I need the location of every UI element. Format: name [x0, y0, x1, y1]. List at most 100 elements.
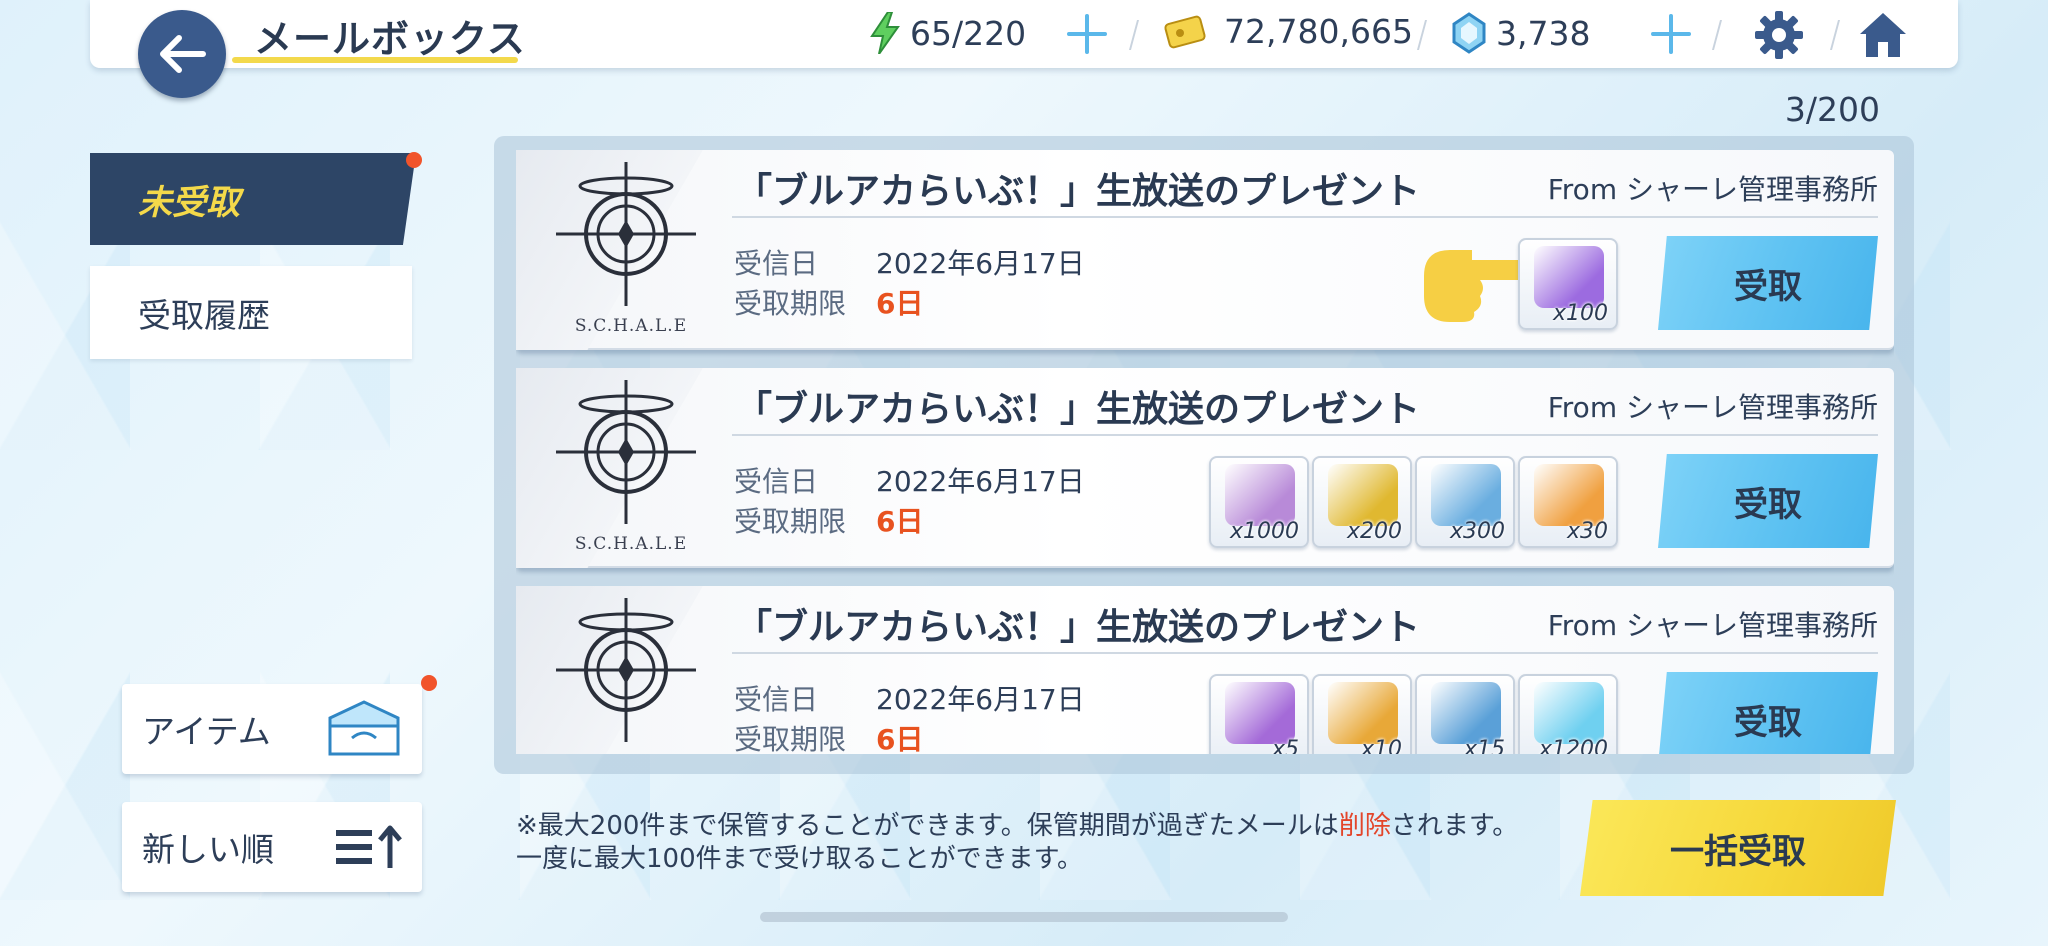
- ap-value: 65/220: [910, 13, 1027, 53]
- reward-quantity: x300: [1449, 519, 1505, 544]
- credits-display: 72,780,665: [1164, 12, 1413, 51]
- received-date: 2022年6月17日: [876, 247, 1085, 280]
- received-date-label: 受信日: [734, 247, 819, 280]
- reward-item[interactable]: x200: [1312, 456, 1412, 548]
- credits-value: 72,780,665: [1224, 12, 1413, 51]
- received-date: 2022年6月17日: [876, 465, 1085, 498]
- reward-item[interactable]: x30: [1518, 456, 1618, 548]
- crystal-icon: [1534, 682, 1604, 744]
- page-title: メールボックス: [254, 17, 526, 61]
- credit-card-icon: [1164, 15, 1206, 48]
- reward-quantity: x1200: [1538, 737, 1608, 754]
- add-gems-button[interactable]: [1651, 14, 1691, 54]
- ap-display: 65/220: [870, 12, 1026, 54]
- logo-text: S.C.H.A.L.E: [574, 534, 688, 554]
- reward-item[interactable]: x5: [1209, 674, 1309, 754]
- pointing-hand-icon: [1424, 250, 1530, 322]
- home-icon: [1860, 13, 1906, 57]
- reward-item[interactable]: x100: [1518, 238, 1618, 330]
- tab-history[interactable]: 受取履歴: [90, 266, 412, 359]
- deadline-label: 受取期限: [734, 723, 847, 754]
- receive-label: 受取: [1734, 266, 1802, 307]
- note-text: ※最大200件まで保管することができます。保管期間が過ぎたメールは: [516, 811, 1339, 841]
- reward-quantity: x15: [1463, 737, 1505, 754]
- divider: [732, 216, 1878, 218]
- purple-box-icon: [1225, 682, 1295, 744]
- item-filter-button[interactable]: アイテム: [122, 684, 422, 774]
- received-date-label: 受信日: [734, 465, 819, 498]
- logo-text: S.C.H.A.L.E: [574, 316, 688, 336]
- mail-title: 「ブルアカらいぶ！」生放送のプレゼント: [736, 171, 1421, 212]
- blue-box-icon: [1431, 682, 1501, 744]
- mailbox-tray-icon: [328, 700, 400, 756]
- deadline-value: 6日: [876, 723, 924, 754]
- home-button[interactable]: [1856, 8, 1910, 62]
- notification-dot: [421, 675, 437, 691]
- reward-quantity: x100: [1552, 301, 1608, 326]
- received-date-label: 受信日: [734, 683, 819, 716]
- mail-item[interactable]: S.C.H.A.L.E 「ブルアカらいぶ！」生放送のプレゼント From シャーレ管…: [516, 150, 1894, 350]
- notification-dot: [406, 152, 422, 168]
- schale-logo-icon: [556, 598, 696, 742]
- deadline-value: 6日: [876, 287, 924, 320]
- mail-title: 「ブルアカらいぶ！」生放送のプレゼント: [736, 389, 1421, 430]
- reward-item[interactable]: x1200: [1518, 674, 1618, 754]
- divider: [732, 434, 1878, 436]
- arrow-left-icon: [160, 35, 206, 73]
- settings-button[interactable]: [1752, 8, 1806, 62]
- add-ap-button[interactable]: [1067, 14, 1107, 54]
- reward-quantity: x5: [1271, 737, 1299, 754]
- receive-label: 受取: [1734, 702, 1802, 743]
- deadline-value: 6日: [876, 505, 924, 538]
- reward-quantity: x10: [1360, 737, 1402, 754]
- home-indicator: [760, 912, 1288, 922]
- tab-unreceived-label: 未受取: [138, 182, 240, 223]
- report-icon: [1534, 464, 1604, 526]
- note-warning: 削除: [1338, 811, 1391, 841]
- back-button[interactable]: [138, 10, 226, 98]
- mail-item[interactable]: S.C.H.A.L.E 「ブルアカらいぶ！」生放送のプレゼント From シャーレ管…: [516, 368, 1894, 568]
- purple-material-icon: [1534, 246, 1604, 308]
- mail-item[interactable]: S.C.H.A.L.E 「ブルアカらいぶ！」生放送のプレゼント From シャーレ管…: [516, 586, 1894, 754]
- item-filter-label: アイテム: [142, 712, 271, 751]
- reward-quantity: x1000: [1229, 519, 1299, 544]
- receive-button[interactable]: 受取: [1658, 672, 1878, 754]
- reward-quantity: x200: [1346, 519, 1402, 544]
- logo-text: S.C.H.A.L.E: [516, 752, 746, 754]
- reward-item[interactable]: x10: [1312, 674, 1412, 754]
- gold-box-icon: [1328, 682, 1398, 744]
- gem-icon: [1452, 12, 1486, 54]
- tab-unreceived[interactable]: 未受取: [90, 153, 416, 245]
- gold-material-icon: [1328, 464, 1398, 526]
- lightning-icon: [870, 12, 900, 54]
- deadline-label: 受取期限: [734, 505, 847, 538]
- receive-button[interactable]: 受取: [1658, 454, 1878, 548]
- reward-quantity: x30: [1566, 519, 1608, 544]
- sort-ascending-icon: [336, 825, 402, 868]
- reward-item[interactable]: x1000: [1209, 456, 1309, 548]
- reward-item[interactable]: x300: [1415, 456, 1515, 548]
- divider: [732, 652, 1878, 654]
- receive-label: 受取: [1734, 484, 1802, 525]
- mail-list[interactable]: S.C.H.A.L.E 「ブルアカらいぶ！」生放送のプレゼント From シャーレ管…: [516, 150, 1894, 754]
- storage-note: ※最大200件まで保管することができます。保管期間が過ぎたメールは削除されます。…: [516, 810, 1526, 876]
- gems-value: 3,738: [1496, 13, 1591, 53]
- receive-all-label: 一括受取: [1670, 831, 1806, 872]
- sort-label: 新しい順: [142, 830, 274, 869]
- received-date: 2022年6月17日: [876, 683, 1085, 716]
- receive-all-button[interactable]: 一括受取: [1580, 800, 1896, 896]
- mail-count: 3/200: [1784, 90, 1880, 129]
- gear-icon: [1755, 11, 1803, 59]
- receive-button[interactable]: 受取: [1658, 236, 1878, 330]
- sort-button[interactable]: 新しい順: [122, 802, 422, 892]
- reward-item[interactable]: x15: [1415, 674, 1515, 754]
- blue-coin-icon: [1431, 464, 1501, 526]
- title-underline: [232, 57, 518, 63]
- mail-sender: From シャーレ管理事務所: [1547, 173, 1878, 206]
- tab-history-label: 受取履歴: [138, 295, 270, 335]
- deadline-label: 受取期限: [734, 287, 847, 320]
- mail-sender: From シャーレ管理事務所: [1547, 391, 1878, 424]
- mail-sender: From シャーレ管理事務所: [1547, 609, 1878, 642]
- mail-title: 「ブルアカらいぶ！」生放送のプレゼント: [736, 607, 1421, 648]
- gems-display: 3,738: [1452, 12, 1590, 54]
